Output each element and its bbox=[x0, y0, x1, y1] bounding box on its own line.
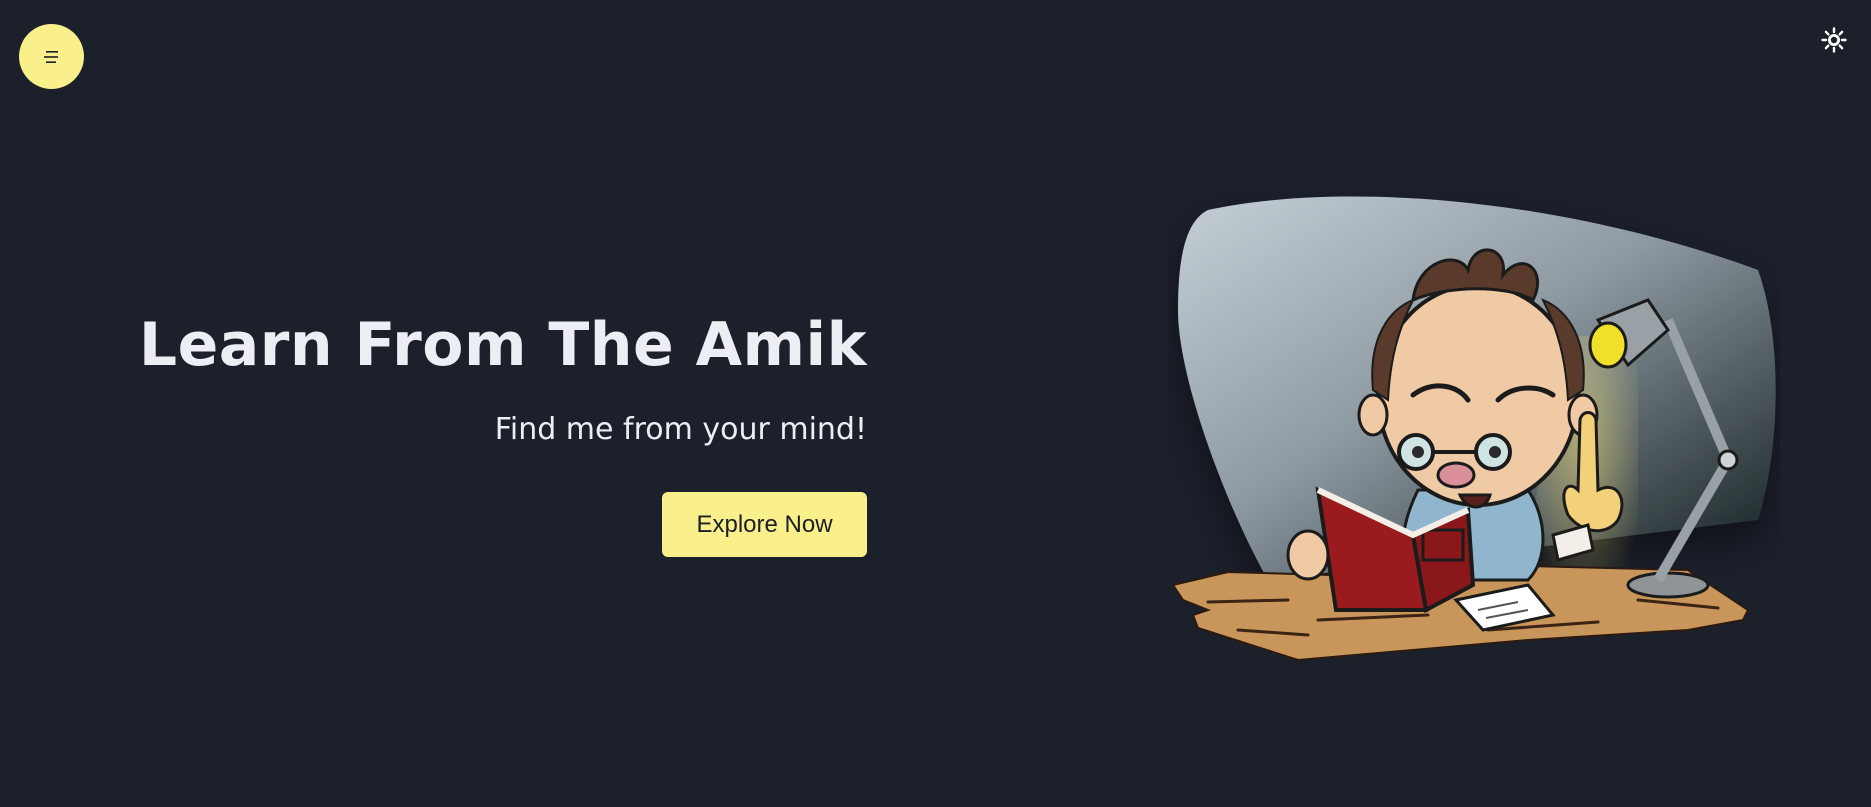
hero-text-block: Learn From The Amik Find me from your mi… bbox=[139, 305, 867, 557]
menu-button[interactable] bbox=[19, 24, 84, 89]
menu-icon bbox=[43, 50, 58, 63]
explore-now-button[interactable]: Explore Now bbox=[662, 492, 867, 557]
lamp-base bbox=[1626, 571, 1710, 599]
character-head bbox=[1376, 283, 1580, 507]
hero-illustration bbox=[1168, 190, 1780, 680]
hero-title: Learn From The Amik bbox=[138, 310, 867, 380]
sun-icon bbox=[1821, 27, 1847, 53]
hero-subtitle: Find me from your mind! bbox=[494, 412, 867, 447]
theme-toggle-button[interactable] bbox=[1820, 26, 1848, 54]
